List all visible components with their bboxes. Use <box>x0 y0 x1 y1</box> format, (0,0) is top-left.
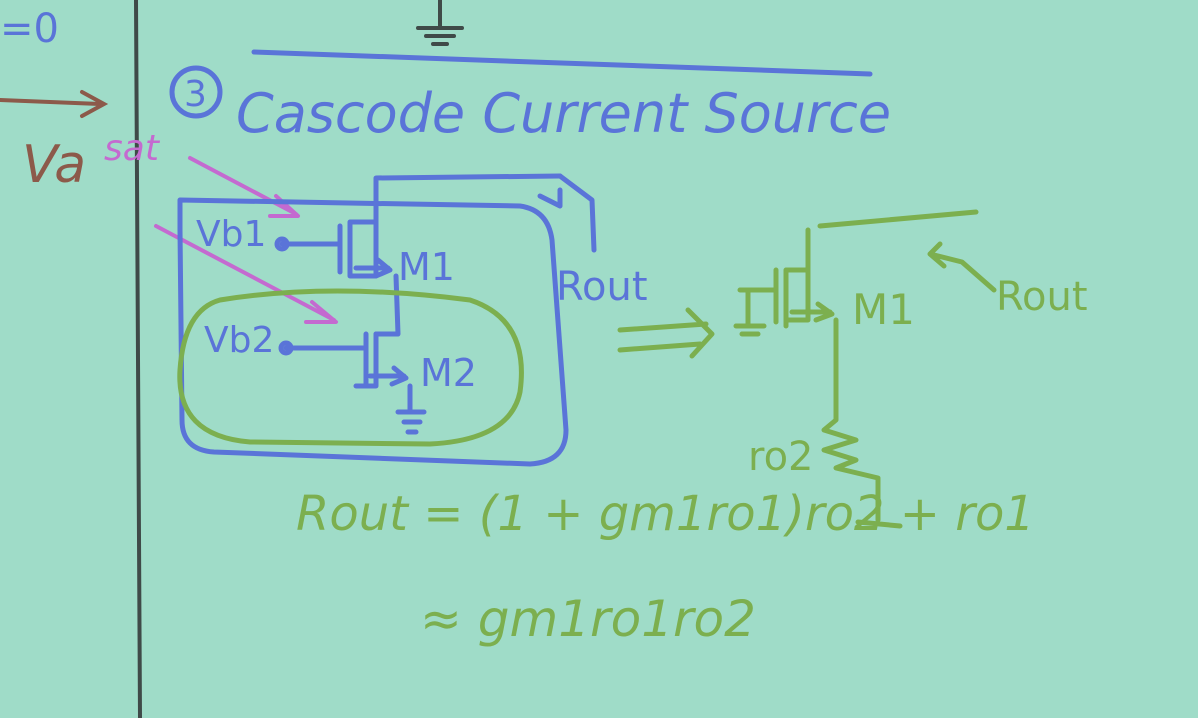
whiteboard: =0 Va 3 Cascode Current Source sat Vb1 V… <box>0 0 1198 718</box>
ro2-label: ro2 <box>748 434 814 480</box>
va-label: Va <box>22 135 86 195</box>
heading-number: 3 <box>184 74 207 115</box>
m1-label-right: M1 <box>852 285 915 334</box>
vb1-label: Vb1 <box>196 214 266 255</box>
rout-label-left: Rout <box>556 264 648 310</box>
m1-label-left: M1 <box>398 245 455 289</box>
equation-line-1: Rout = (1 + gm1ro1)ro2 + ro1 <box>296 486 1035 542</box>
vb2-label: Vb2 <box>204 320 274 361</box>
rout-label-right: Rout <box>996 274 1088 320</box>
heading-title: Cascode Current Source <box>236 82 891 145</box>
sat-label: sat <box>104 128 161 169</box>
top-left-fragment: =0 <box>0 6 59 52</box>
equation-line-2: ≈ gm1ro1ro2 <box>420 590 756 648</box>
m2-label-left: M2 <box>420 351 477 395</box>
